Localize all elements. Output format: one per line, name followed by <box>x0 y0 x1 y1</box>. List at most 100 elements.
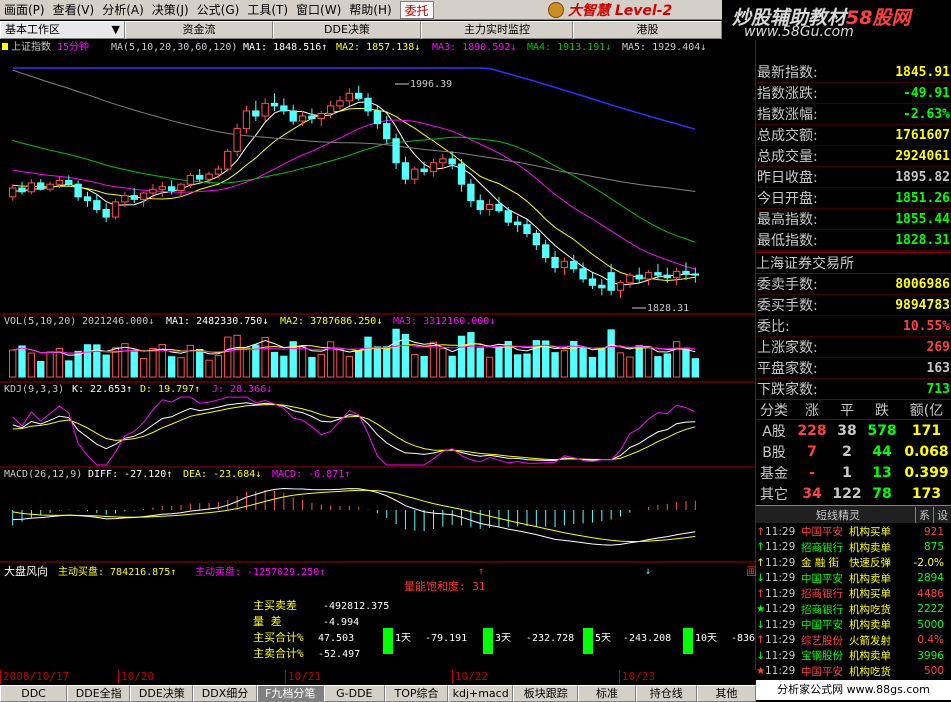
indicator-tab[interactable]: G-DDE <box>323 685 385 702</box>
indicator-tab[interactable]: TOP综合 <box>384 685 449 702</box>
macd-dea: DEA: -23.684↓ <box>183 469 261 480</box>
indicator-tab[interactable]: kdj+macd <box>448 685 514 702</box>
signal-value: -2.0% <box>913 556 944 569</box>
menu-item-0[interactable]: 画面(P) <box>0 1 49 19</box>
volume-bar <box>495 346 503 378</box>
indicator-tab[interactable]: DDC <box>0 685 68 702</box>
volume-bar <box>308 356 316 378</box>
candle-body <box>504 210 512 223</box>
list-item[interactable]: ★ 11:29 招商银行 机构吃货 2222 <box>756 602 951 618</box>
tab-basic-workspace[interactable]: 基本工作区 ▼ <box>0 21 125 39</box>
chevron-down-icon: ▼ <box>111 23 120 36</box>
indicator-tab[interactable]: 标准 <box>578 685 636 702</box>
ma120-line <box>12 67 696 130</box>
sprite-system-button[interactable]: 系 <box>915 506 933 523</box>
candle <box>401 156 410 185</box>
indicator-tab[interactable]: F九档分笔 <box>256 685 324 702</box>
list-item[interactable]: ↓ 11:29 中国平安 机构卖单 5000 <box>756 617 951 633</box>
candle-body <box>149 188 157 194</box>
menu-item-1[interactable]: 查看(V) <box>49 1 99 19</box>
list-item[interactable]: ↑ 11:29 招商银行 机构卖单 875 <box>756 540 951 556</box>
tab-dde-decision[interactable]: DDE决策 <box>273 21 421 39</box>
sprite-list[interactable]: ↑ 11:29 中国平安 机构买单 921 ↑ 11:29 招商银行 机构卖单 875 ↑ 11:29… <box>756 524 951 695</box>
list-item[interactable]: ↓ 11:29 中国平安 机构卖单 2894 <box>756 571 951 587</box>
volume-bars <box>9 328 699 378</box>
indicator-tab[interactable]: DDX细分 <box>193 685 257 702</box>
tab-fund-flow[interactable]: 资金流 <box>125 21 273 39</box>
tab-main-monitor[interactable]: 主力实时监控 <box>421 21 573 39</box>
candle-body <box>55 179 64 185</box>
indicator-tab[interactable]: DDE决策 <box>130 685 194 702</box>
list-item[interactable]: ↑ 11:29 招商银行 机构买单 4486 <box>756 586 951 602</box>
dapan-stats: 主买卖差 -492812.375 量 差 -4.994 主买合计% 47.503… <box>253 598 755 660</box>
date-label-4: 10/23 <box>619 670 655 684</box>
info-key: 最新指数: <box>757 65 818 81</box>
indicator-tab[interactable]: 其他 <box>696 685 757 702</box>
info-value: -2.63% <box>903 106 950 122</box>
chart-area[interactable]: 上证指数 15分钟 MA(5,10,20,30,60,120) MA1: 184… <box>0 40 757 685</box>
indicator-tabs: DDC DDE全指 DDE决策 DDX细分 F九档分笔 G-DDE TOP综合 kdj+mac… <box>0 685 757 702</box>
list-item[interactable]: ↓ 11:29 宝钢股份 机构卖单 3996 <box>756 648 951 664</box>
candle <box>364 93 372 116</box>
menu-item-7[interactable]: 帮助(H) <box>345 1 395 19</box>
volume-bar <box>663 353 671 378</box>
stat-cell: A股 <box>762 423 786 440</box>
info-row: 最新指数: 1845.91 <box>756 62 951 83</box>
chart-svg[interactable]: 上证指数 15分钟 MA(5,10,20,30,60,120) MA1: 184… <box>0 40 757 670</box>
stat-key-2: 主买合计% <box>253 630 304 644</box>
signal-time: 11:29 <box>765 572 796 585</box>
info-row: 今日开盘: 1851.26 <box>756 188 951 209</box>
stat-cell: 44 <box>872 443 892 460</box>
stat-cell: 578 <box>867 422 897 439</box>
stat-header-cell: 涨 <box>805 402 819 419</box>
stat-cell: 34 <box>802 485 822 502</box>
menu-item-3[interactable]: 决策(J) <box>148 1 193 19</box>
ad-footer[interactable]: 分析家公式网 www.88gs.com <box>756 680 951 700</box>
stat-cell: 0.068 <box>904 443 949 460</box>
stat-header-cell: 平 <box>840 402 854 419</box>
signal-stock: 中国平安 <box>801 619 843 632</box>
date-axis: 2008/10/17 10/20 10/21 10/22 10/23 <box>0 670 756 684</box>
menu-item-order[interactable]: 委托 <box>399 0 434 19</box>
tab-hk-stocks[interactable]: 港股 <box>573 21 722 39</box>
candle-body <box>560 260 569 269</box>
signal-time: 11:29 <box>765 634 796 647</box>
market-stat-table: 分类涨 平 跌 额(亿 A股 228 38 578 171 B股 7 2 44 0.068 基金 - 1 13 0.… <box>756 399 951 504</box>
indicator-tab[interactable]: 持仓线 <box>635 685 697 702</box>
menu-item-5[interactable]: 工具(T) <box>243 1 292 19</box>
list-item[interactable]: ↑ 11:29 综艺股份 火箭发射 0.4% <box>756 633 951 649</box>
candle <box>355 85 363 101</box>
stat-cell: 7 <box>807 443 817 460</box>
signal-arrow-icon: ↑ <box>756 541 765 554</box>
candle-body <box>280 105 288 112</box>
day-label-10: 10天 <box>695 633 717 644</box>
volume-bar <box>635 345 643 378</box>
indicator-tab[interactable]: 板块跟踪 <box>513 685 579 702</box>
list-item[interactable]: ↑ 11:29 金 融 街快速反弹 -2.0% <box>756 555 951 571</box>
list-item[interactable]: ★ 11:29 中国平安 机构吃货 500 <box>756 664 951 680</box>
order-row: 平盘家数: 163 <box>756 358 951 379</box>
candle-body <box>495 203 503 212</box>
volume-bar <box>345 355 354 378</box>
stat-header-cell: 额(亿 <box>909 402 944 419</box>
menu-item-4[interactable]: 公式(G) <box>193 1 244 19</box>
menu-item-2[interactable]: 分析(A) <box>98 1 148 19</box>
low-mark: 1828.31 <box>647 303 689 314</box>
watermark-line2: www.58Gu.com <box>744 24 854 40</box>
indicator-tab[interactable]: DDE全指 <box>67 685 131 702</box>
sprite-settings-button[interactable]: 设 <box>933 506 951 523</box>
stat-cell: 13 <box>872 464 892 481</box>
menu-item-6[interactable]: 窗口(W) <box>292 1 345 19</box>
kdj-d: D: 19.797↑ <box>140 384 200 395</box>
list-item[interactable]: ↑ 11:29 中国平安 机构买单 921 <box>756 524 951 540</box>
volume-bar <box>46 351 54 378</box>
volume-bar <box>598 347 606 378</box>
stat-val-0: -492812.375 <box>323 601 389 612</box>
candle <box>74 180 82 201</box>
volume-bar <box>682 347 690 378</box>
info-row: 指数涨跌: -49.91 <box>756 83 951 104</box>
info-value: 1828.31 <box>895 232 950 248</box>
kdj-header: KDJ(9,3,3) K: 22.653↑ D: 19.797↑ J: 28.3… <box>4 384 272 395</box>
volume-bar <box>167 356 176 378</box>
order-row: 委买手数: 9894783 <box>756 295 951 316</box>
